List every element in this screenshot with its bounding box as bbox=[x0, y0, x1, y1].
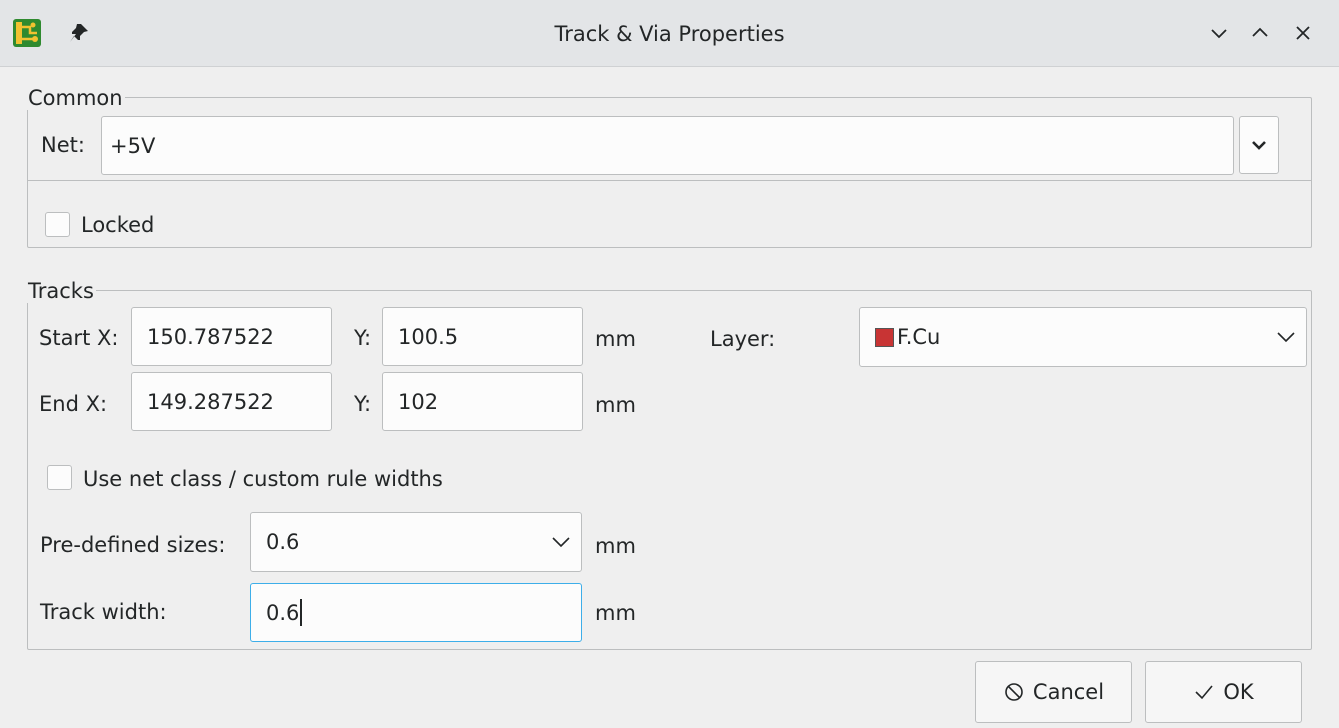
net-label: Net: bbox=[41, 133, 85, 157]
net-dropdown-button[interactable] bbox=[1239, 116, 1279, 174]
layer-color-swatch bbox=[875, 327, 894, 347]
predefined-sizes-select[interactable]: 0.6 bbox=[250, 512, 582, 572]
end-x-input[interactable]: 149.287522 bbox=[131, 372, 332, 431]
chevron-down-icon bbox=[1211, 29, 1227, 39]
text-caret bbox=[300, 599, 302, 626]
layer-label: Layer: bbox=[710, 327, 776, 351]
end-y-label: Y: bbox=[354, 392, 372, 416]
minimize-button[interactable] bbox=[1205, 19, 1233, 47]
common-group-title: Common bbox=[26, 86, 125, 110]
start-y-input[interactable]: 100.5 bbox=[382, 307, 583, 366]
track-width-label: Track width: bbox=[40, 600, 167, 624]
chevron-down-icon bbox=[1277, 332, 1295, 343]
predefined-unit-label: mm bbox=[595, 534, 636, 558]
end-x-label: End X: bbox=[39, 392, 108, 416]
end-y-input[interactable]: 102 bbox=[382, 372, 583, 431]
chevron-up-icon bbox=[1252, 27, 1268, 37]
layer-select[interactable]: F.Cu bbox=[859, 307, 1307, 367]
width-unit-label: mm bbox=[595, 601, 636, 625]
cancel-icon bbox=[1005, 683, 1023, 701]
locked-label: Locked bbox=[81, 213, 155, 237]
end-unit-label: mm bbox=[595, 393, 636, 417]
common-separator bbox=[28, 180, 1311, 181]
net-value: +5V bbox=[110, 133, 156, 158]
tracks-group-title: Tracks bbox=[26, 279, 96, 303]
title-bar: Track & Via Properties bbox=[0, 0, 1339, 67]
window-title: Track & Via Properties bbox=[554, 22, 785, 46]
ok-button[interactable]: OK bbox=[1145, 661, 1302, 723]
start-x-label: Start X: bbox=[39, 326, 119, 350]
locked-checkbox[interactable] bbox=[45, 212, 70, 237]
start-unit-label: mm bbox=[595, 327, 636, 351]
close-icon bbox=[1296, 26, 1310, 40]
dialog-window: Track & Via Properties Common Net: +5V L… bbox=[0, 0, 1339, 728]
cancel-button[interactable]: Cancel bbox=[975, 661, 1132, 723]
cancel-label: Cancel bbox=[1032, 680, 1105, 704]
maximize-button[interactable] bbox=[1246, 19, 1274, 47]
netclass-widths-label: Use net class / custom rule widths bbox=[83, 467, 443, 491]
track-width-value: 0.6 bbox=[266, 600, 300, 625]
predefined-sizes-value: 0.6 bbox=[266, 530, 300, 554]
layer-value: F.Cu bbox=[897, 325, 941, 349]
net-input[interactable]: +5V bbox=[101, 116, 1234, 175]
chevron-down-icon bbox=[1252, 141, 1266, 150]
start-y-label: Y: bbox=[354, 326, 372, 350]
netclass-widths-checkbox[interactable] bbox=[47, 465, 72, 490]
track-width-input[interactable]: 0.6 bbox=[250, 583, 582, 642]
predefined-sizes-label: Pre-defined sizes: bbox=[40, 533, 226, 557]
chevron-down-icon bbox=[552, 537, 570, 548]
end-y-value: 102 bbox=[398, 389, 439, 414]
checkmark-icon bbox=[1195, 685, 1213, 700]
start-y-value: 100.5 bbox=[398, 324, 459, 349]
close-button[interactable] bbox=[1289, 19, 1317, 47]
end-x-value: 149.287522 bbox=[147, 389, 274, 414]
ok-label: OK bbox=[1223, 680, 1254, 704]
start-x-value: 150.787522 bbox=[147, 324, 274, 349]
start-x-input[interactable]: 150.787522 bbox=[131, 307, 332, 366]
